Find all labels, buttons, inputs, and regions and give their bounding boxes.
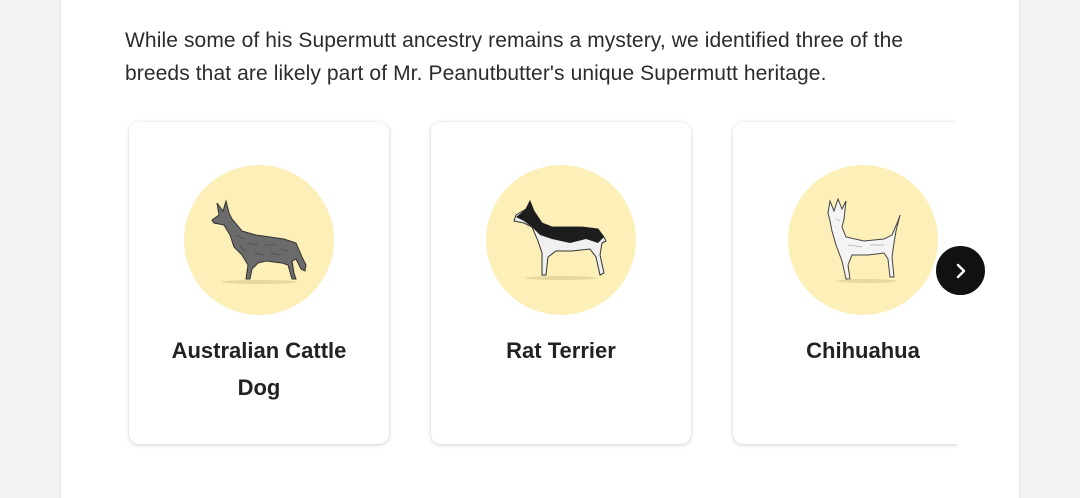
- content-panel: While some of his Supermutt ancestry rem…: [60, 0, 1020, 498]
- breed-card-rat-terrier[interactable]: Rat Terrier: [431, 122, 691, 444]
- chevron-right-icon: [956, 263, 965, 278]
- breed-image-circle: [184, 165, 334, 315]
- breed-image-circle: [788, 165, 938, 315]
- breed-card-chihuahua[interactable]: Chihuahua: [733, 122, 957, 444]
- breed-name: Chihuahua: [806, 338, 920, 363]
- breed-card-australian-cattle-dog[interactable]: Australian Cattle Dog: [129, 122, 389, 444]
- breed-name: Rat Terrier: [506, 338, 616, 363]
- rat-terrier-illustration: [513, 199, 607, 280]
- australian-cattle-dog-illustration: [211, 199, 307, 284]
- intro-paragraph: While some of his Supermutt ancestry rem…: [125, 29, 904, 85]
- breed-carousel: Australian Cattle Dog Rat Terrier Chihua…: [125, 118, 957, 453]
- chihuahua-illustration: [827, 197, 901, 283]
- carousel-next-button[interactable]: [934, 244, 987, 297]
- breed-name: Australian Cattle Dog: [171, 338, 347, 400]
- breed-image-circle: [486, 165, 636, 315]
